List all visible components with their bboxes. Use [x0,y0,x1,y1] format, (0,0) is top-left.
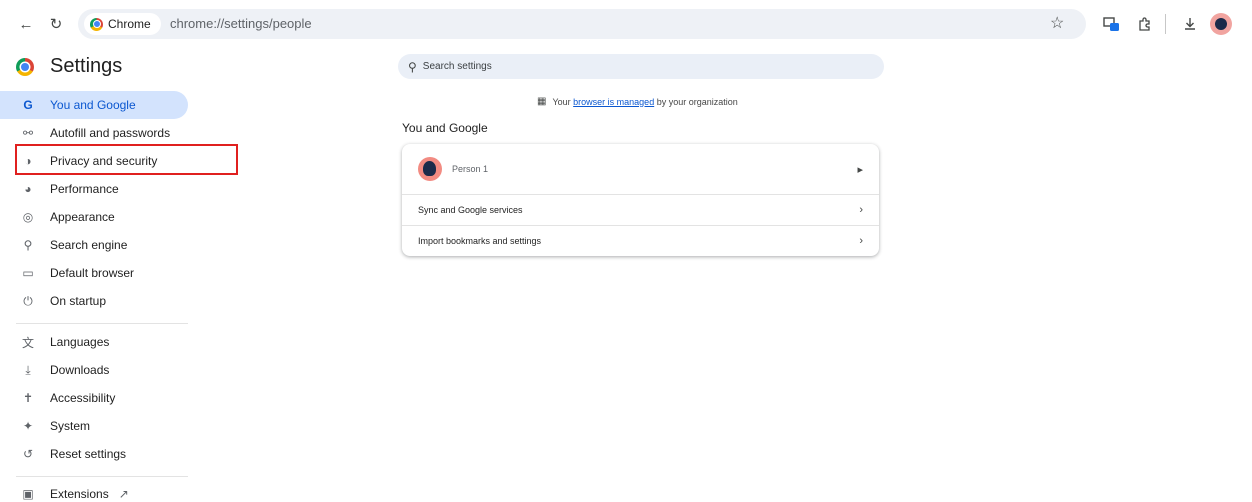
managed-prefix: Your [552,96,571,107]
palette-icon: ◎ [22,210,34,224]
sidebar-item-label: Languages [50,335,110,349]
sidebar-divider [16,476,188,477]
sidebar-item-default-browser[interactable]: ▭ Default browser [0,259,188,287]
puzzle-icon[interactable] [1133,12,1157,36]
accessibility-icon: ✝ [22,391,34,405]
address-bar[interactable]: Chrome chrome://settings/people ☆ [78,9,1086,39]
chrome-logo-icon [16,57,34,76]
person-row[interactable]: Person 1 ▸ [402,144,879,194]
managed-suffix: by your organization [656,96,738,107]
bookmark-star-icon[interactable]: ☆ [1050,13,1064,33]
sidebar-item-search-engine[interactable]: ⚲ Search engine [0,231,188,259]
search-settings-field[interactable]: ⚲ Search settings [398,54,884,79]
sidebar-item-downloads[interactable]: ⤓ Downloads [0,356,188,384]
sidebar-item-autofill[interactable]: ⚯ Autofill and passwords [0,119,188,147]
chrome-chip-label: Chrome [108,17,151,31]
sidebar-item-on-startup[interactable]: ⏻ On startup [0,287,188,315]
sidebar-item-label: Accessibility [50,391,116,405]
back-arrow-icon[interactable]: ← [14,12,38,36]
sidebar-item-label: Extensions [50,487,109,501]
person-avatar-icon [418,157,442,181]
sidebar-item-label: Search engine [50,238,128,252]
browser-toolbar: ← ↻ Chrome chrome://settings/people ☆ [0,0,1252,48]
chevron-right-icon: › [859,235,863,247]
sidebar-item-appearance[interactable]: ◎ Appearance [0,203,188,231]
sidebar-item-label: Performance [50,182,119,196]
toolbar-divider [1165,14,1166,34]
import-row[interactable]: Import bookmarks and settings › [402,226,879,256]
sidebar-item-performance[interactable]: ◕ Performance [0,175,188,203]
power-icon: ⏻ [23,293,33,308]
url-text[interactable]: chrome://settings/people [170,16,312,31]
chrome-chip[interactable]: Chrome [84,13,161,35]
sidebar-item-label: Downloads [50,363,110,377]
key-icon: ⚯ [22,126,34,140]
sidebar-item-languages[interactable]: 文 Languages [0,328,188,356]
chrome-logo-icon [90,17,103,31]
tab-search-icon[interactable] [1100,12,1124,36]
person-name: Person 1 [452,164,489,174]
search-icon: ⚲ [23,238,33,252]
download-icon[interactable] [1178,12,1202,36]
page-title: Settings [50,55,123,77]
sidebar-item-system[interactable]: ✦ System [0,412,188,440]
reset-icon: ↺ [22,447,34,461]
settings-brand: Settings [16,55,122,78]
privacy-highlight-box [15,144,238,175]
sidebar-item-label: Reset settings [50,447,127,461]
browser-window-icon: ▭ [22,266,34,280]
managed-link[interactable]: browser is managed [573,97,654,107]
sidebar-item-extensions[interactable]: ▣ Extensions ↗ [0,480,188,502]
reload-icon[interactable]: ↻ [44,12,68,36]
sidebar-item-you-and-google[interactable]: G You and Google [0,91,188,119]
speedometer-icon: ◕ [24,182,32,196]
open-in-new-icon: ↗ [118,487,129,501]
translate-icon: 文 [21,335,34,350]
sync-label: Sync and Google services [418,205,523,215]
sidebar-item-label: You and Google [50,98,136,112]
search-input[interactable]: Search settings [423,61,492,72]
chevron-right-icon: › [859,204,863,216]
download-icon: ⤓ [25,362,31,377]
managed-notice: ▦ Your browser is managed by your organi… [537,96,738,107]
wrench-icon: ✦ [22,419,34,433]
sidebar-item-reset[interactable]: ↺ Reset settings [0,440,188,468]
search-icon: ⚲ [408,59,417,74]
sidebar-item-label: Default browser [50,266,135,280]
chevron-right-icon: ▸ [857,163,863,176]
puzzle-icon: ▣ [22,487,34,501]
sidebar-item-label: System [50,419,91,433]
section-title: You and Google [402,121,488,135]
import-label: Import bookmarks and settings [418,236,542,246]
sidebar-item-label: On startup [50,294,107,308]
google-g-icon: G [23,98,33,112]
sidebar-item-accessibility[interactable]: ✝ Accessibility [0,384,188,412]
building-icon: ▦ [537,96,547,107]
you-and-google-card: Person 1 ▸ Sync and Google services › Im… [402,144,879,256]
sidebar-item-label: Appearance [50,210,115,224]
sidebar-item-label: Autofill and passwords [50,126,171,140]
profile-avatar-icon[interactable] [1210,13,1232,35]
sidebar-divider [16,323,188,324]
sync-row[interactable]: Sync and Google services › [402,195,879,225]
